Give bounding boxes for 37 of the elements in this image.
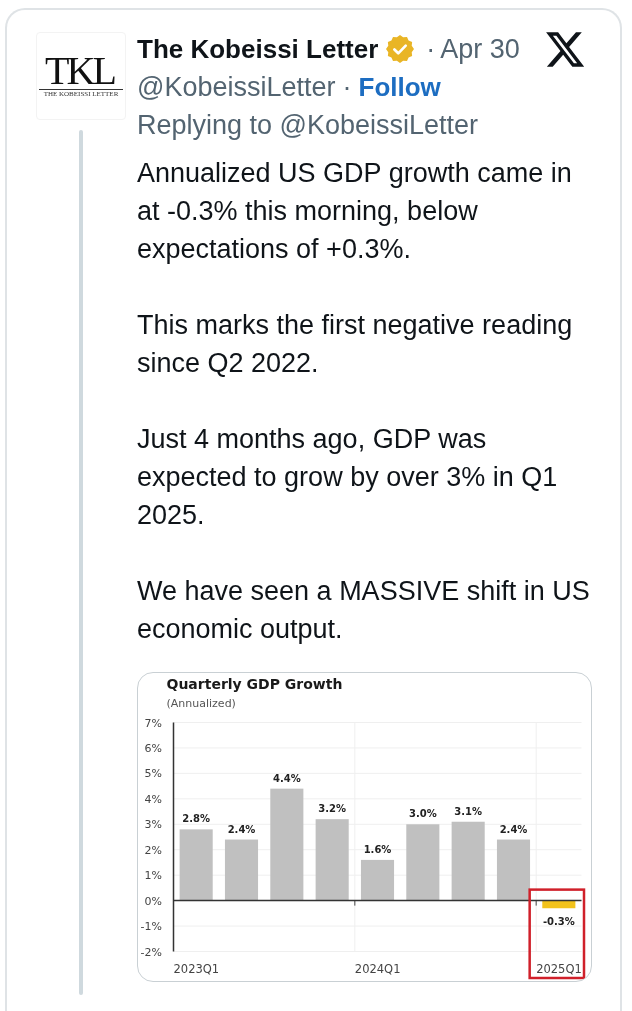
follow-link[interactable]: Follow xyxy=(358,71,441,103)
separator-dot: · xyxy=(342,71,352,103)
y-axis-label: 5% xyxy=(144,767,162,781)
y-axis-label: 0% xyxy=(144,894,162,908)
bar-value-label: 3.0% xyxy=(408,808,437,820)
chart-title: Quarterly GDP Growth xyxy=(166,675,343,692)
y-axis-label: 2% xyxy=(144,843,162,857)
author-handle[interactable]: @KobeissiLetter xyxy=(137,71,336,103)
bar-value-label: 2.8% xyxy=(182,813,211,825)
y-axis-label: 3% xyxy=(144,818,162,832)
x-logo-icon[interactable] xyxy=(546,31,584,67)
y-axis-label: 7% xyxy=(144,716,162,730)
separator-dot: · xyxy=(426,33,436,65)
post-date[interactable]: Apr 30 xyxy=(440,33,520,65)
y-axis-label: -2% xyxy=(140,945,162,959)
y-axis-label: 6% xyxy=(144,741,162,755)
bar-value-label: 3.2% xyxy=(318,803,347,815)
bar-value-label: -0.3% xyxy=(542,916,575,928)
tweet-text: Just 4 months ago, GDP was expected to grow by over 3% in Q1 2025. xyxy=(137,423,559,532)
x-axis-label: 2023Q1 xyxy=(173,961,220,976)
tweet-text: Annualized US GDP growth came in at -0.3% this morning, below expectations of +0.3%. xyxy=(137,157,573,266)
author-name[interactable]: The Kobeissi Letter xyxy=(137,33,379,65)
x-axis-label: 2025Q1 xyxy=(536,961,582,976)
x-axis-label: 2024Q1 xyxy=(354,961,401,976)
bar-value-label: 4.4% xyxy=(272,772,301,784)
y-axis-label: -1% xyxy=(140,920,162,934)
y-axis-label: 4% xyxy=(144,792,162,806)
bar-value-label: 1.6% xyxy=(363,843,392,855)
tweet-text: We have seen a MASSIVE shift in US economic output. xyxy=(137,575,591,646)
logo-text: TKL xyxy=(45,53,115,88)
bar-value-label: 2.4% xyxy=(227,823,256,835)
tweet-text: This marks the first negative reading since Q2 2022. xyxy=(137,309,574,380)
bar-value-label: 2.4% xyxy=(499,823,528,835)
y-axis-label: 1% xyxy=(144,869,162,883)
reply-context: Replying to @KobeissiLetter xyxy=(137,109,479,141)
bar-value-label: 3.1% xyxy=(454,805,483,817)
chart-subtitle: (Annualized) xyxy=(166,696,236,710)
